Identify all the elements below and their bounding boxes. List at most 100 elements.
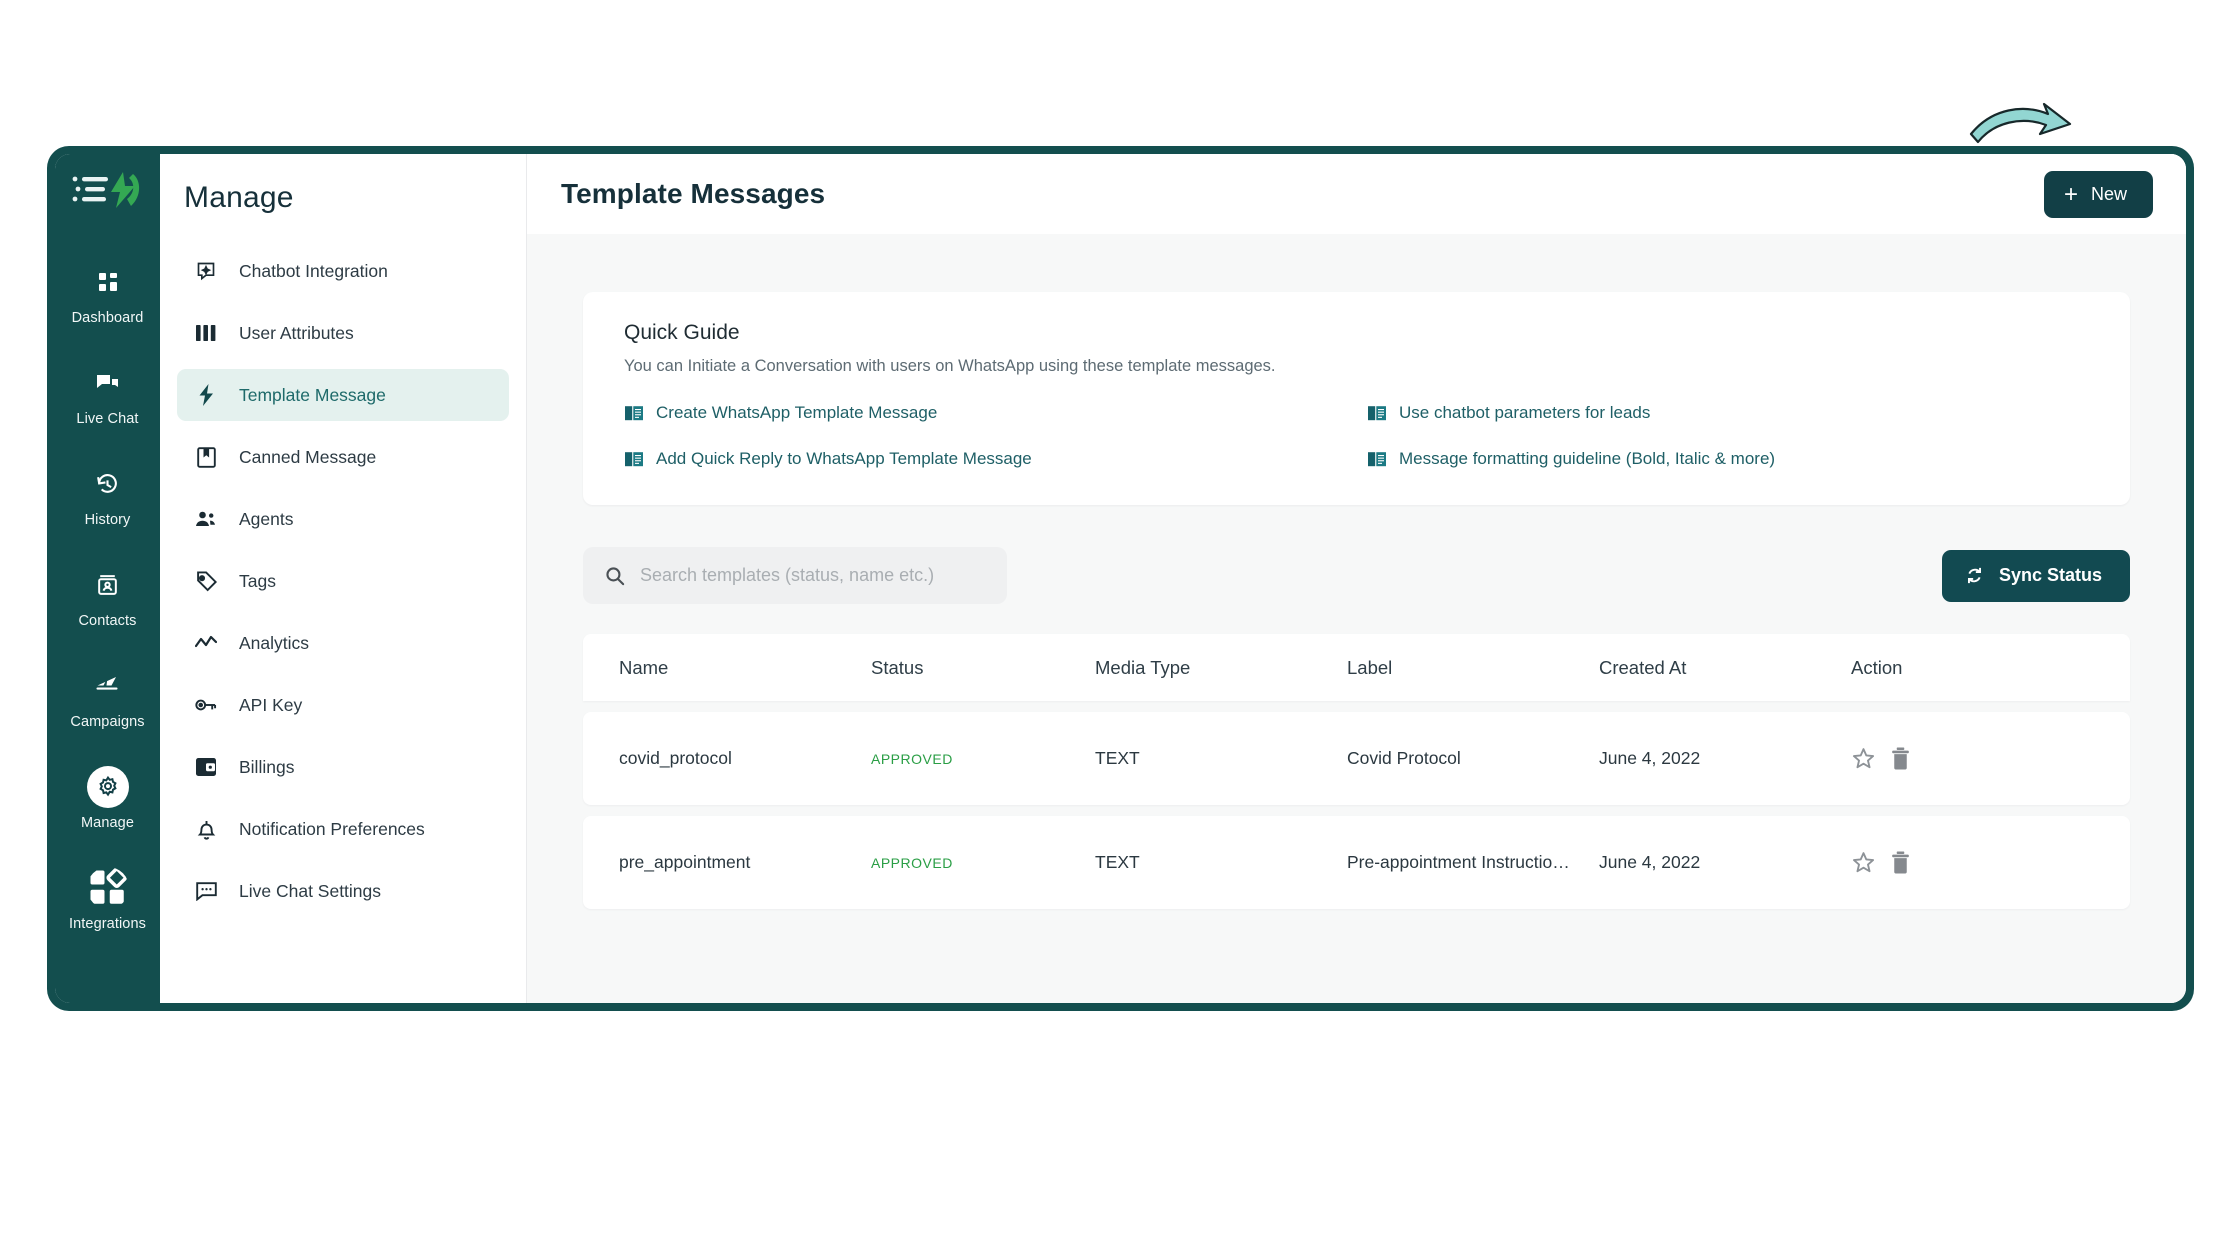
chat-bubbles-icon (87, 362, 129, 404)
sidebar-item-campaigns[interactable]: Campaigns (55, 656, 160, 739)
search-input[interactable] (639, 565, 985, 586)
menu-item-chatbot-integration[interactable]: Chatbot Integration (177, 245, 509, 297)
book-icon (625, 406, 643, 421)
menu-item-tags[interactable]: Tags (177, 555, 509, 607)
primary-nav-rail: Dashboard Live Chat History Contacts Cam… (55, 154, 160, 1003)
sidebar-item-history[interactable]: History (55, 454, 160, 537)
sidebar-item-manage[interactable]: Manage (55, 757, 160, 840)
book-icon (1368, 452, 1386, 467)
tag-icon (195, 570, 217, 592)
menu-item-label: Notification Preferences (239, 818, 425, 839)
menu-item-label: Canned Message (239, 446, 377, 467)
star-icon[interactable] (1851, 850, 1876, 875)
sidebar-item-label: Contacts (78, 613, 137, 629)
sidebar-item-dashboard[interactable]: Dashboard (55, 252, 160, 335)
book-icon (1368, 406, 1386, 421)
quick-guide-link-label: Create WhatsApp Template Message (656, 403, 938, 422)
cell-label: Covid Protocol (1347, 748, 1461, 768)
column-header-action: Action (1851, 656, 1903, 678)
integrations-icon (90, 867, 127, 904)
cell-label: Pre-appointment Instructio… (1347, 852, 1570, 872)
line-chart-icon (195, 632, 217, 654)
window-inner: Dashboard Live Chat History Contacts Cam… (55, 154, 2186, 1003)
gear-icon (86, 766, 129, 808)
table-header-row: Name Status Media Type Label Created At … (583, 634, 2130, 701)
menu-item-live-chat-settings[interactable]: Live Chat Settings (177, 865, 509, 917)
main-body: Quick Guide You can Initiate a Conversat… (527, 234, 2186, 1003)
new-button[interactable]: + New (2043, 171, 2153, 218)
trash-icon[interactable] (1889, 746, 1912, 771)
book-icon (625, 452, 643, 467)
cell-media-type: TEXT (1095, 748, 1140, 768)
search-icon (606, 566, 625, 585)
star-icon[interactable] (1851, 746, 1876, 771)
cell-media-type: TEXT (1095, 852, 1140, 872)
cell-actions (1851, 746, 2094, 771)
quick-guide-links: Create WhatsApp Template Message Use cha… (624, 403, 2090, 469)
sidebar-item-label: History (84, 512, 131, 528)
cell-created-at: June 4, 2022 (1599, 852, 1701, 872)
brand-logo-icon[interactable] (65, 164, 151, 216)
menu-item-analytics[interactable]: Analytics (177, 617, 509, 669)
menu-item-label: Analytics (239, 632, 310, 653)
quick-guide-link-chatbot-parameters[interactable]: Use chatbot parameters for leads (1367, 403, 2090, 423)
plus-icon: + (2063, 180, 2078, 208)
people-icon (195, 508, 217, 530)
quick-guide-link-label: Add Quick Reply to WhatsApp Template Mes… (656, 449, 1032, 468)
chat-dots-icon (195, 880, 217, 902)
menu-item-template-message[interactable]: Template Message (177, 369, 509, 421)
menu-item-notification-preferences[interactable]: Notification Preferences (177, 803, 509, 855)
sidebar-item-label: Live Chat (76, 411, 139, 427)
templates-table: Name Status Media Type Label Created At … (583, 634, 2130, 909)
column-header-media-type: Media Type (1095, 656, 1191, 678)
cell-actions (1851, 850, 2094, 875)
manage-sub-sidebar: Manage Chatbot Integration User Attribut… (160, 154, 527, 1003)
quick-guide-card: Quick Guide You can Initiate a Conversat… (583, 292, 2130, 505)
sync-status-label: Sync Status (1998, 565, 2102, 585)
sidebar-item-live-chat[interactable]: Live Chat (55, 353, 160, 436)
menu-item-user-attributes[interactable]: User Attributes (177, 307, 509, 359)
sub-sidebar-menu: Chatbot Integration User Attributes Temp… (160, 245, 526, 917)
quick-guide-link-create-template[interactable]: Create WhatsApp Template Message (624, 403, 1347, 423)
sidebar-item-contacts[interactable]: Contacts (55, 555, 160, 638)
cell-name: pre_appointment (619, 852, 751, 872)
menu-item-billings[interactable]: Billings (177, 741, 509, 793)
table-row[interactable]: pre_appointment APPROVED TEXT Pre-appoin… (583, 816, 2130, 909)
key-icon (195, 694, 217, 716)
menu-item-label: User Attributes (239, 322, 354, 343)
quick-guide-link-message-formatting[interactable]: Message formatting guideline (Bold, Ital… (1367, 449, 2090, 469)
sidebar-item-label: Dashboard (71, 310, 144, 326)
quick-guide-link-label: Message formatting guideline (Bold, Ital… (1399, 449, 1776, 468)
menu-item-label: Agents (239, 508, 294, 529)
menu-item-api-key[interactable]: API Key (177, 679, 509, 731)
trash-icon[interactable] (1889, 850, 1912, 875)
table-row[interactable]: covid_protocol APPROVED TEXT Covid Proto… (583, 712, 2130, 805)
page-title: Template Messages (561, 178, 826, 209)
sub-sidebar-title: Manage (184, 181, 294, 214)
columns-icon (195, 322, 217, 344)
quick-guide-link-add-quick-reply[interactable]: Add Quick Reply to WhatsApp Template Mes… (624, 449, 1347, 469)
menu-item-label: Live Chat Settings (239, 880, 382, 901)
column-header-label: Label (1347, 656, 1393, 678)
sidebar-item-label: Campaigns (70, 714, 145, 730)
menu-item-label: Tags (239, 570, 276, 591)
menu-item-label: Chatbot Integration (239, 260, 388, 281)
main-header: Template Messages + New (527, 154, 2186, 234)
lightning-bolt-icon (195, 384, 217, 406)
sidebar-item-label: Manage (81, 815, 134, 831)
menu-item-canned-message[interactable]: Canned Message (177, 431, 509, 483)
quick-guide-link-label: Use chatbot parameters for leads (1399, 403, 1651, 422)
bell-icon (195, 818, 217, 840)
sync-refresh-icon (1967, 567, 1981, 584)
column-header-name: Name (619, 656, 669, 678)
sidebar-item-integrations[interactable]: Integrations (55, 858, 160, 941)
menu-item-label: Template Message (239, 384, 386, 405)
sync-status-button[interactable]: Sync Status (1941, 549, 2130, 602)
dashboard-grid-icon (87, 261, 129, 303)
menu-item-agents[interactable]: Agents (177, 493, 509, 545)
clock-rewind-icon (87, 463, 129, 505)
app-window: Dashboard Live Chat History Contacts Cam… (47, 146, 2194, 1011)
search-box[interactable] (583, 547, 1007, 604)
cell-created-at: June 4, 2022 (1599, 748, 1701, 768)
table-toolbar: Sync Status (583, 547, 2130, 604)
